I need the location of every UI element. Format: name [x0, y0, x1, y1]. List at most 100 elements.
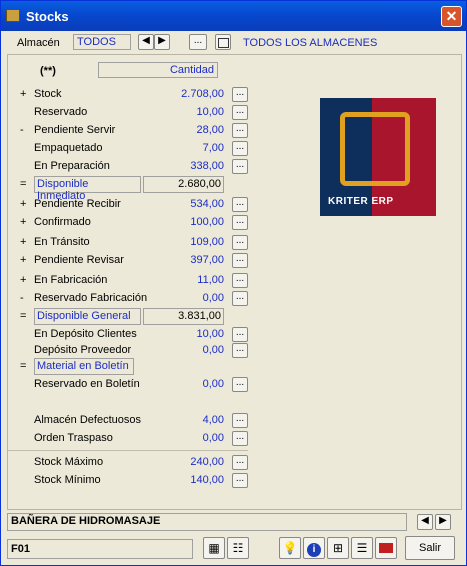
row-detail-button[interactable]: ... [232, 291, 248, 306]
row-value: 2.708,00 [181, 88, 224, 100]
row-detail-button[interactable]: ... [232, 159, 248, 174]
arrow-left-icon: ◀ [142, 35, 150, 46]
close-button[interactable]: ✕ [441, 6, 462, 27]
row-detail-button[interactable]: ... [232, 87, 248, 102]
row-value: 7,00 [202, 142, 224, 154]
stock-row: + Stock 2.708,00... [8, 86, 248, 104]
arrow-left-icon: ◀ [421, 515, 429, 526]
article-bar: BAÑERA DE HIDROMASAJE ◀ ▶ [7, 513, 462, 531]
warehouse-row: Almacén TODOS ◀ ▶ ... TODOS LOS ALMACENE… [7, 31, 462, 53]
stock-row: Almacén Defectuosos 4,00... [8, 412, 248, 430]
row-sign: + [20, 236, 27, 248]
calculator-button[interactable]: ▦ [203, 537, 225, 559]
stock-row: - Reservado Fabricación 0,00... [8, 290, 248, 308]
row-label: Pendiente Revisar [34, 254, 124, 266]
stock-row: + En Fabricación 11,00... [8, 272, 248, 290]
hierarchy-button[interactable]: ⊞ [327, 537, 349, 559]
row-detail-button[interactable]: ... [232, 215, 248, 230]
hint-button[interactable]: 💡 [279, 537, 301, 559]
row-label: Stock [34, 88, 62, 100]
row-detail-button[interactable]: ... [232, 377, 248, 392]
row-detail-button[interactable]: ... [232, 455, 248, 470]
row-value: 240,00 [190, 456, 224, 468]
tree-icon: ☷ [232, 541, 244, 555]
row-sign: = [20, 360, 27, 372]
title-bar: Stocks ✕ [1, 1, 466, 31]
row-detail-button[interactable]: ... [232, 123, 248, 138]
row-detail-button[interactable]: ... [232, 431, 248, 446]
row-value: 11,00 [197, 274, 224, 286]
toolbox-button[interactable] [375, 537, 397, 559]
row-label: Reservado en Boletín [34, 378, 140, 390]
row-detail-button[interactable]: ... [232, 235, 248, 250]
logo-mark [340, 112, 410, 186]
row-detail-button[interactable]: ... [232, 105, 248, 120]
almacen-input[interactable]: TODOS [73, 34, 131, 50]
row-label: Empaquetado [34, 142, 103, 154]
row-detail-button[interactable]: ... [232, 273, 248, 288]
stock-row: + Confirmado 100,00... [8, 214, 248, 232]
stock-row: + En Tránsito 109,00... [8, 234, 248, 252]
row-value: 397,00 [190, 254, 224, 266]
article-next-button[interactable]: ▶ [435, 514, 451, 530]
row-label: Depósito Proveedor [34, 344, 132, 356]
row-sign: = [20, 178, 27, 190]
row-detail-button[interactable]: ... [232, 473, 248, 488]
arrow-right-icon: ▶ [158, 35, 166, 46]
hierarchy-icon: ⊞ [332, 541, 344, 555]
structure-icon: ☰ [356, 541, 368, 555]
row-label: En Tránsito [34, 236, 90, 248]
close-icon: ✕ [445, 8, 458, 24]
row-label: Almacén Defectuosos [34, 414, 141, 426]
stock-panel: (**) Cantidad KRITER ERP + Stock 2.708,00.… [7, 54, 462, 510]
row-value: 2.680,00 [143, 176, 224, 193]
next-button[interactable]: ▶ [154, 34, 170, 50]
row-detail-button[interactable]: ... [232, 197, 248, 212]
row-label: En Depósito Clientes [34, 328, 137, 340]
row-detail-button[interactable]: ... [232, 253, 248, 268]
salir-button[interactable]: Salir [405, 536, 455, 560]
row-detail-button[interactable]: ... [232, 343, 248, 358]
row-sign: - [20, 124, 24, 136]
almacen-lookup-button[interactable]: ... [189, 34, 207, 50]
row-label: En Fabricación [34, 274, 108, 286]
stock-row: + Pendiente Revisar 397,00... [8, 252, 248, 270]
logo-text: KRITER ERP [328, 196, 394, 207]
bottom-toolbar: F01 ▦ ☷ 💡 i ⊞ ☰ Salir [7, 536, 462, 561]
row-value: 10,00 [196, 328, 224, 340]
arrow-right-icon: ▶ [439, 515, 447, 526]
row-value: 28,00 [196, 124, 224, 136]
info-button[interactable]: i [303, 537, 325, 559]
tree-button[interactable]: ☷ [227, 537, 249, 559]
prev-button[interactable]: ◀ [138, 34, 154, 50]
stock-row: = Material en Boletín [8, 358, 248, 376]
row-detail-button[interactable]: ... [232, 327, 248, 342]
cantidad-header: Cantidad [98, 62, 218, 78]
row-label: Pendiente Recibir [34, 198, 121, 210]
info-icon: i [307, 543, 321, 557]
header-mark: (**) [40, 65, 56, 77]
row-label: Reservado [34, 106, 88, 118]
lightbulb-icon: 💡 [282, 541, 298, 555]
calendar-icon [217, 38, 229, 48]
row-value: 109,00 [190, 236, 224, 248]
row-label: Stock Mínimo [34, 474, 101, 486]
row-sign: + [20, 254, 27, 266]
stock-row: Orden Traspaso 0,00... [8, 430, 248, 448]
stock-row: Reservado en Boletín 0,00... [8, 376, 248, 394]
row-label: Reservado Fabricación [34, 292, 148, 304]
window-title: Stocks [26, 9, 69, 24]
stock-row: - Pendiente Servir 28,00... [8, 122, 248, 140]
row-detail-button[interactable]: ... [232, 141, 248, 156]
article-prev-button[interactable]: ◀ [417, 514, 433, 530]
calendar-button[interactable] [215, 34, 231, 50]
row-sign: + [20, 88, 27, 100]
stock-row: + Pendiente Recibir 534,00... [8, 196, 248, 214]
row-label: Stock Máximo [34, 456, 104, 468]
row-detail-button[interactable]: ... [232, 413, 248, 428]
structure-button[interactable]: ☰ [351, 537, 373, 559]
row-label: En Preparación [34, 160, 110, 172]
stock-row: Stock Máximo 240,00... [8, 454, 248, 472]
row-label: Pendiente Servir [34, 124, 116, 136]
stock-row: Stock Mínimo 140,00... [8, 472, 248, 490]
